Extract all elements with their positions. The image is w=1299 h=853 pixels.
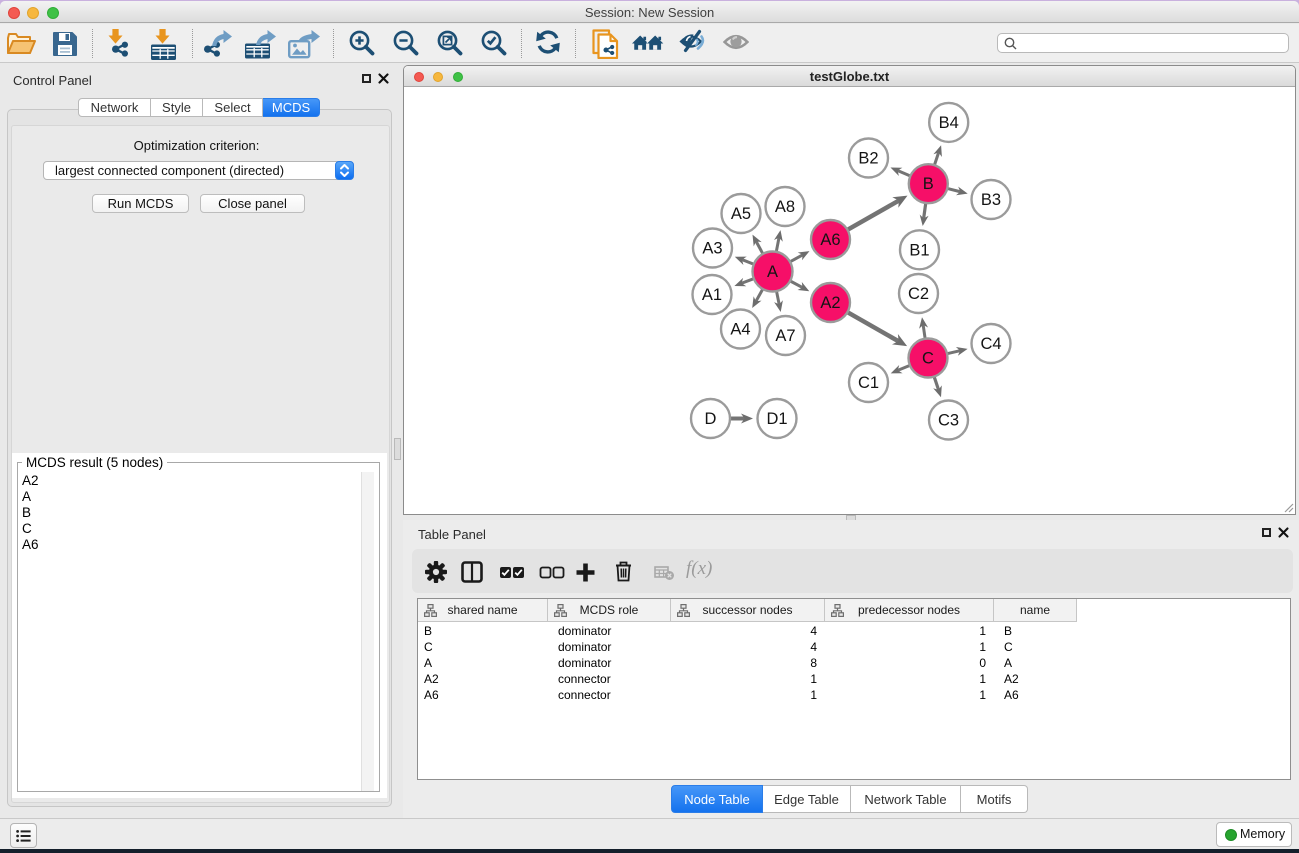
svg-text:B: B (923, 175, 934, 193)
svg-text:B4: B4 (939, 114, 959, 132)
svg-text:B2: B2 (858, 150, 878, 168)
svg-text:A8: A8 (775, 198, 795, 216)
svg-text:A6: A6 (820, 231, 840, 249)
svg-text:A: A (767, 263, 778, 281)
svg-text:A2: A2 (820, 294, 840, 312)
svg-text:C1: C1 (858, 374, 879, 392)
svg-text:A3: A3 (702, 240, 722, 258)
svg-text:B3: B3 (981, 191, 1001, 209)
svg-text:D1: D1 (766, 410, 787, 428)
svg-text:D: D (705, 410, 717, 428)
svg-text:C3: C3 (938, 412, 959, 430)
svg-text:C: C (922, 350, 934, 368)
svg-text:A5: A5 (731, 205, 751, 223)
svg-text:A7: A7 (775, 327, 795, 345)
svg-text:B1: B1 (909, 241, 929, 259)
svg-text:A1: A1 (702, 286, 722, 304)
svg-text:C2: C2 (908, 285, 929, 303)
svg-text:C4: C4 (980, 335, 1001, 353)
svg-text:A4: A4 (730, 321, 750, 339)
